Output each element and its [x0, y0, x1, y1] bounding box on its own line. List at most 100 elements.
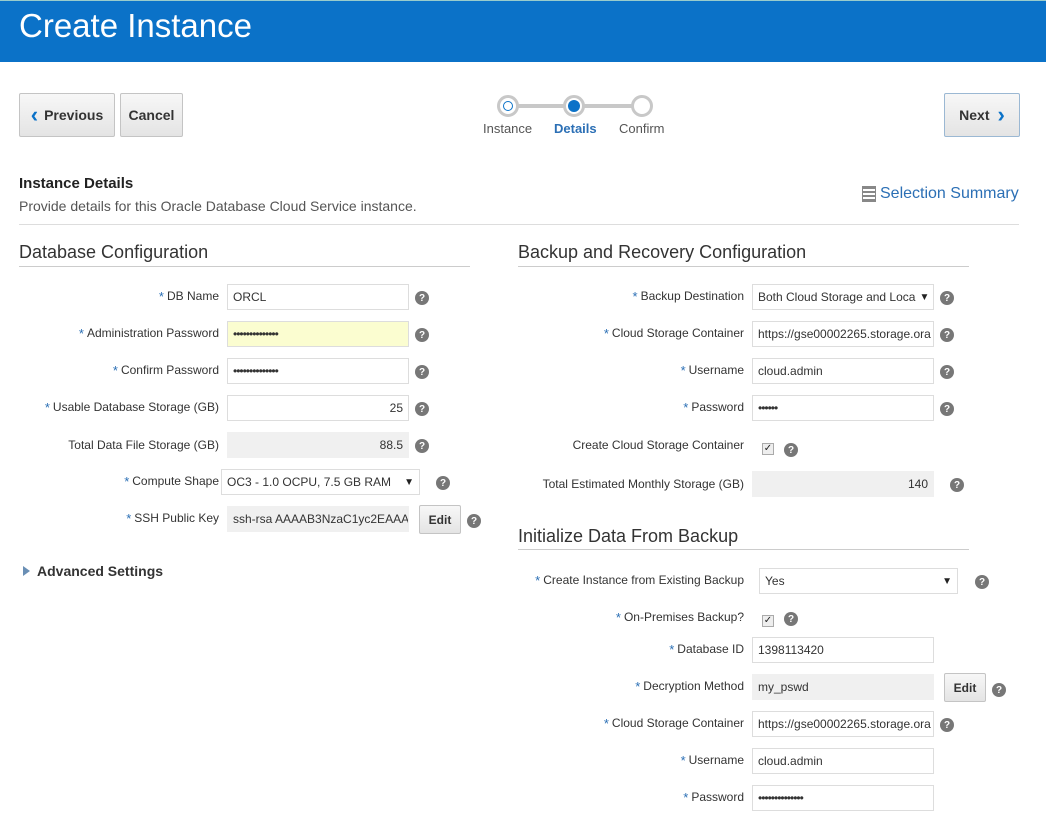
compute-shape-label: * Compute Shape	[124, 474, 219, 489]
ssh-key-value: ssh-rsa AAAAB3NzaC1yc2EAAA	[227, 506, 409, 532]
usable-storage-label-text: Usable Database Storage (GB)	[52, 400, 219, 414]
help-icon[interactable]: ?	[467, 514, 481, 528]
required-marker: *	[603, 326, 609, 341]
init-container-input[interactable]: https://gse00002265.storage.ora	[752, 711, 934, 737]
required-marker: *	[680, 363, 686, 378]
cloud-container-label-text: Cloud Storage Container	[611, 326, 744, 340]
selection-summary-link[interactable]: Selection Summary	[862, 185, 1019, 203]
dropdown-arrow-icon: ▼	[404, 476, 414, 488]
create-from-backup-value: Yes	[765, 574, 785, 588]
init-password-input[interactable]: ••••••••••••••	[752, 785, 934, 811]
summary-list-icon	[862, 186, 876, 202]
on-prem-backup-label-text: On-Premises Backup?	[623, 610, 744, 624]
required-marker: *	[158, 289, 164, 304]
usable-storage-label: * Usable Database Storage (GB)	[45, 400, 219, 415]
backup-password-input[interactable]: ••••••	[752, 395, 934, 421]
help-icon[interactable]: ?	[940, 402, 954, 416]
db-name-label-text: DB Name	[166, 289, 219, 303]
selection-summary-label: Selection Summary	[880, 185, 1019, 202]
divider	[518, 549, 969, 550]
help-icon[interactable]: ?	[940, 365, 954, 379]
cancel-button[interactable]: Cancel	[120, 93, 183, 137]
next-label: Next	[959, 107, 990, 123]
compute-shape-select[interactable]: OC3 - 1.0 OCPU, 7.5 GB RAM ▼	[221, 469, 420, 495]
required-marker: *	[112, 363, 118, 378]
backup-password-label: * Password	[683, 400, 744, 415]
help-icon[interactable]: ?	[415, 291, 429, 305]
required-marker: *	[683, 790, 689, 805]
init-username-label-text: Username	[688, 753, 744, 767]
create-container-label: Create Cloud Storage Container	[572, 438, 744, 452]
dropdown-arrow-icon: ▼	[942, 575, 952, 587]
cloud-container-input[interactable]: https://gse00002265.storage.ora	[752, 321, 934, 347]
train-label-details[interactable]: Details	[554, 121, 597, 136]
chevron-right-icon: ›	[997, 102, 1005, 127]
backup-destination-select[interactable]: Both Cloud Storage and Loca ▼	[752, 284, 934, 310]
create-from-backup-select[interactable]: Yes ▼	[759, 568, 958, 594]
admin-password-value: ••••••••••••••	[233, 327, 279, 341]
required-marker: *	[126, 511, 132, 526]
advanced-settings-toggle[interactable]: Advanced Settings	[23, 563, 163, 579]
create-from-backup-label: * Create Instance from Existing Backup	[535, 573, 744, 588]
help-icon[interactable]: ?	[436, 476, 450, 490]
init-password-label-text: Password	[691, 790, 744, 804]
backup-destination-label: * Backup Destination	[633, 289, 744, 304]
help-icon[interactable]: ?	[992, 683, 1006, 697]
database-configuration-title: Database Configuration	[19, 242, 209, 262]
train-label-confirm[interactable]: Confirm	[619, 121, 665, 136]
ssh-key-label-text: SSH Public Key	[134, 511, 219, 525]
required-marker: *	[615, 610, 621, 625]
database-id-label: * Database ID	[669, 642, 744, 657]
help-icon[interactable]: ?	[415, 439, 429, 453]
required-marker: *	[669, 642, 675, 657]
train-stop-details[interactable]	[563, 95, 585, 117]
on-prem-backup-checkbox[interactable]: ✓	[762, 615, 774, 627]
help-icon[interactable]: ?	[784, 612, 798, 626]
create-container-checkbox[interactable]: ✓	[762, 443, 774, 455]
divider	[19, 266, 470, 267]
divider	[518, 266, 969, 267]
dropdown-arrow-icon: ▼	[919, 291, 930, 303]
required-marker: *	[78, 326, 84, 341]
section-description: Provide details for this Oracle Database…	[19, 198, 417, 214]
confirm-password-input[interactable]: ••••••••••••••	[227, 358, 409, 384]
help-icon[interactable]: ?	[415, 402, 429, 416]
train-label-instance[interactable]: Instance	[483, 121, 532, 136]
init-password-value: ••••••••••••••	[758, 791, 804, 805]
database-id-input[interactable]: 1398113420	[752, 637, 934, 663]
help-icon[interactable]: ?	[415, 328, 429, 342]
monthly-storage-label: Total Estimated Monthly Storage (GB)	[542, 477, 744, 491]
usable-storage-input[interactable]: 25	[227, 395, 409, 421]
previous-button[interactable]: ‹ Previous	[19, 93, 115, 137]
train-stop-instance[interactable]	[497, 95, 519, 117]
help-icon[interactable]: ?	[415, 365, 429, 379]
backup-password-label-text: Password	[691, 400, 744, 414]
monthly-storage-value: 140	[752, 471, 934, 497]
help-icon[interactable]: ?	[940, 328, 954, 342]
backup-username-label: * Username	[681, 363, 744, 378]
ssh-key-edit-button[interactable]: Edit	[419, 505, 461, 534]
backup-destination-value: Both Cloud Storage and Loca	[758, 290, 916, 304]
ssh-key-label: * SSH Public Key	[126, 511, 219, 526]
backup-username-input[interactable]: cloud.admin	[752, 358, 934, 384]
help-icon[interactable]: ?	[950, 478, 964, 492]
page-title: Create Instance	[19, 7, 252, 44]
advanced-settings-label: Advanced Settings	[37, 563, 164, 579]
help-icon[interactable]: ?	[940, 718, 954, 732]
init-username-label: * Username	[681, 753, 744, 768]
compute-shape-value: OC3 - 1.0 OCPU, 7.5 GB RAM	[227, 475, 392, 489]
help-icon[interactable]: ?	[940, 291, 954, 305]
train-stop-confirm[interactable]	[631, 95, 653, 117]
decryption-edit-button[interactable]: Edit	[944, 673, 986, 702]
help-icon[interactable]: ?	[784, 443, 798, 457]
db-name-input[interactable]: ORCL	[227, 284, 409, 310]
required-marker: *	[632, 289, 638, 304]
step-train: Instance Details Confirm	[480, 94, 680, 144]
admin-password-input[interactable]: ••••••••••••••	[227, 321, 409, 347]
admin-password-label: * Administration Password	[79, 326, 219, 341]
total-storage-value: 88.5	[227, 432, 409, 458]
init-username-input[interactable]: cloud.admin	[752, 748, 934, 774]
help-icon[interactable]: ?	[975, 575, 989, 589]
next-button[interactable]: Next ›	[944, 93, 1020, 137]
decryption-method-value: my_pswd	[752, 674, 934, 700]
